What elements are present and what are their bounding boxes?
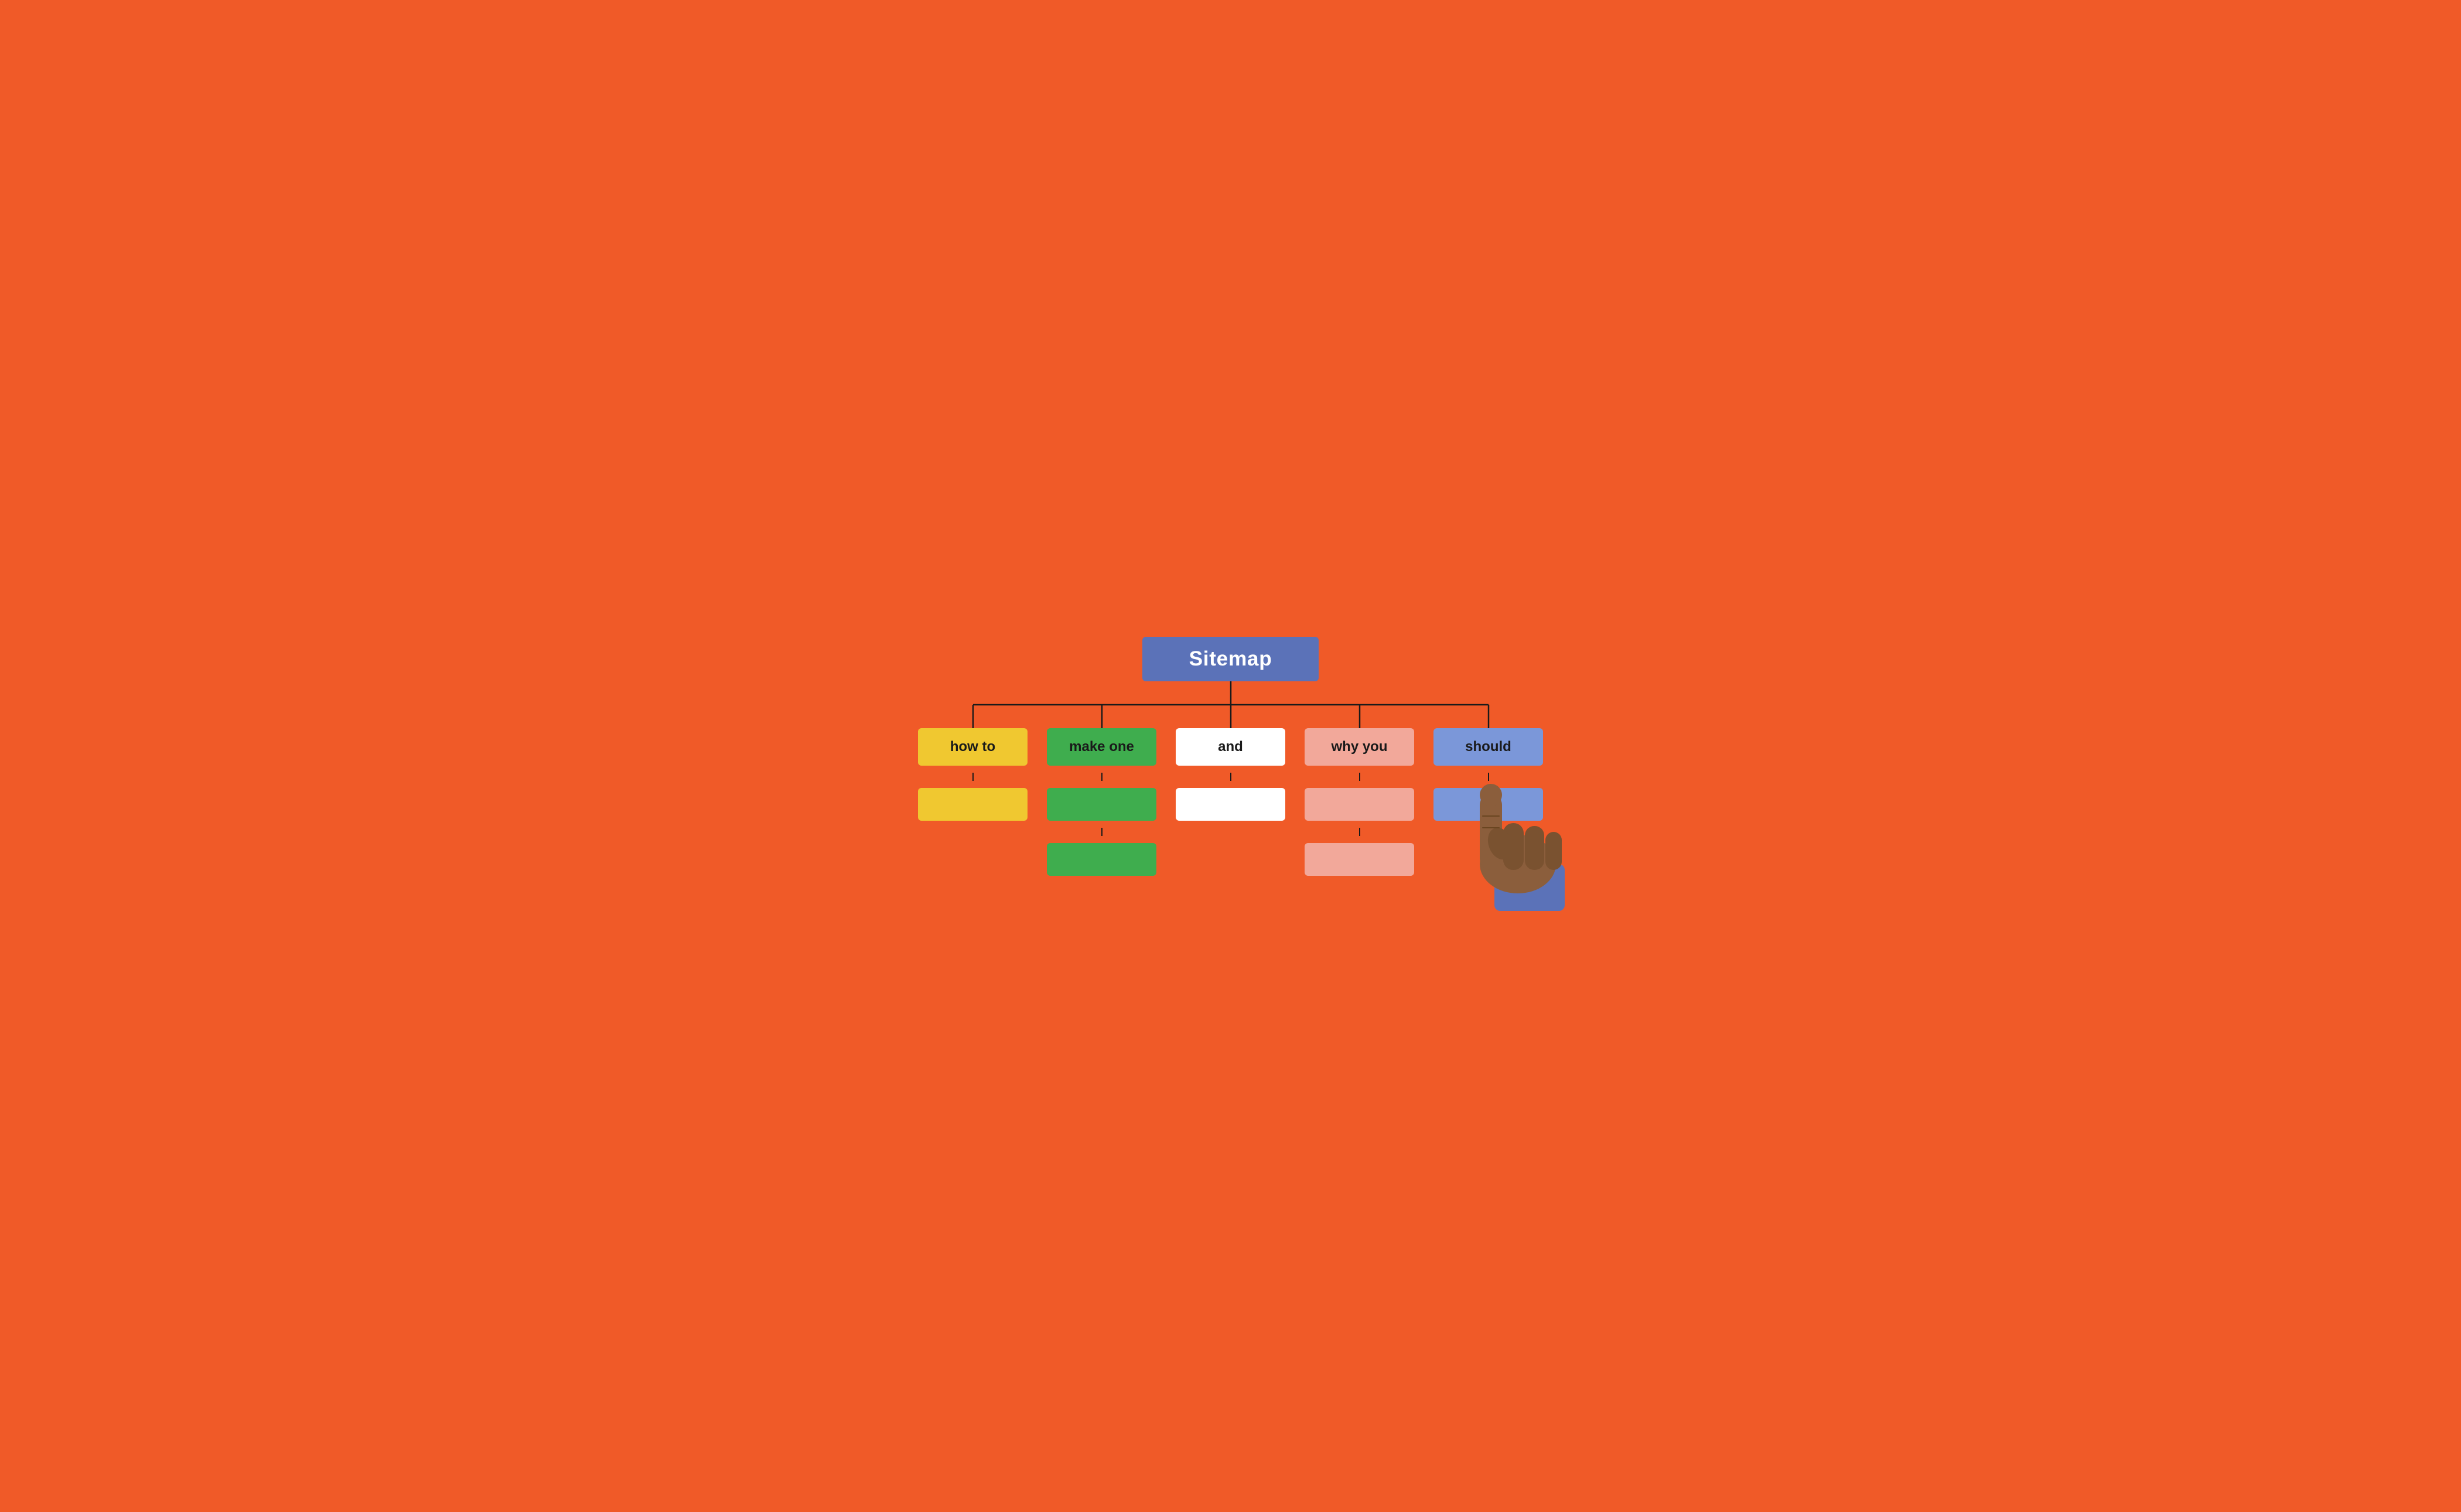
connector-svg xyxy=(909,681,1553,728)
node-how-to: how to xyxy=(918,728,1028,766)
diagram-container: Sitemap how to ma xyxy=(909,637,1553,876)
child-line-2b xyxy=(1101,828,1102,836)
child-line-1a xyxy=(972,773,974,781)
node-how-to-sub1 xyxy=(918,788,1028,821)
label-make-one: make one xyxy=(1069,739,1134,755)
child-col-3: and xyxy=(1166,728,1295,821)
label-and: and xyxy=(1218,739,1243,755)
node-and-sub1 xyxy=(1176,788,1285,821)
connectors-area xyxy=(909,681,1553,728)
hand-pointer-icon xyxy=(1448,747,1576,911)
node-make-one: make one xyxy=(1047,728,1156,766)
child-line-2a xyxy=(1101,773,1102,781)
node-make-one-sub2 xyxy=(1047,843,1156,876)
root-node: Sitemap xyxy=(909,637,1553,681)
hand-pointer-container xyxy=(1448,747,1576,911)
root-box: Sitemap xyxy=(1142,637,1319,681)
node-and: and xyxy=(1176,728,1285,766)
node-make-one-sub1 xyxy=(1047,788,1156,821)
node-why-you-sub2 xyxy=(1305,843,1414,876)
label-how-to: how to xyxy=(950,739,995,755)
child-line-4b xyxy=(1359,828,1360,836)
root-label: Sitemap xyxy=(1189,647,1272,670)
child-col-1: how to xyxy=(909,728,1037,821)
node-why-you: why you xyxy=(1305,728,1414,766)
label-why-you: why you xyxy=(1331,739,1387,755)
node-why-you-sub1 xyxy=(1305,788,1414,821)
child-col-2: make one xyxy=(1037,728,1166,876)
child-line-3a xyxy=(1230,773,1231,781)
child-col-4: why you xyxy=(1295,728,1424,876)
child-line-4a xyxy=(1359,773,1360,781)
